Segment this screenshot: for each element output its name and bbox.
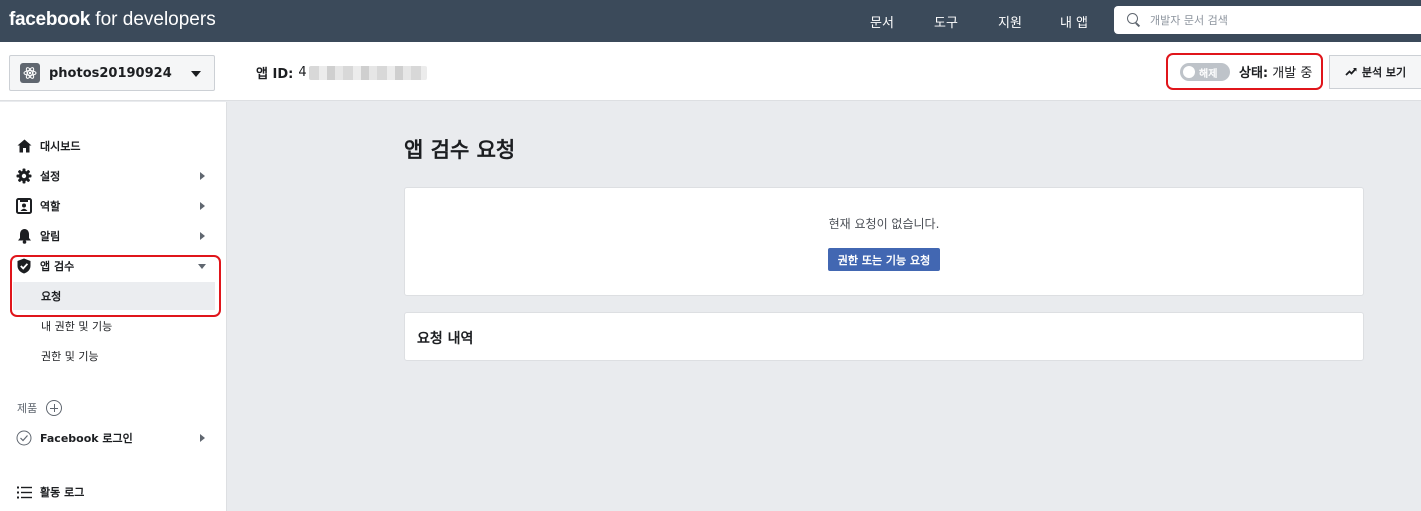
sidebar-item-alerts[interactable]: 알림: [0, 222, 227, 250]
app-id-redacted: [308, 65, 427, 80]
sidebar-item-label: 활동 로그: [40, 486, 85, 499]
chevron-right-icon: [200, 434, 205, 442]
request-history-card: 요청 내역: [404, 312, 1364, 361]
request-history-header: 요청 내역: [417, 331, 474, 347]
page-title: 앱 검수 요청: [404, 138, 516, 162]
gear-icon: [16, 168, 32, 184]
app-id-label: 앱 ID:: [256, 67, 294, 82]
nav-link-support[interactable]: 지원: [978, 12, 1042, 31]
empty-requests-message: 현재 요청이 없습니다.: [828, 217, 940, 231]
app-id-value: 4: [298, 65, 307, 80]
toggle-label: 해제: [1199, 68, 1218, 80]
sidebar-subitem-requests[interactable]: 요청: [13, 282, 215, 310]
sidebar-item-roles[interactable]: 역할: [0, 192, 227, 220]
search-icon: [1126, 12, 1142, 28]
chevron-down-icon: [198, 263, 206, 269]
toggle-knob: [1183, 65, 1195, 78]
request-permissions-button[interactable]: 권한 또는 기능 요청: [828, 248, 940, 271]
add-product-icon[interactable]: [46, 400, 63, 416]
sidebar-item-label: 앱 검수: [40, 260, 75, 273]
products-label: 제품: [17, 402, 38, 415]
sidebar-item-label: 설정: [40, 170, 61, 183]
roles-icon: [16, 198, 32, 214]
app-selector-dropdown[interactable]: photos20190924: [9, 55, 215, 91]
view-analytics-button[interactable]: 분석 보기: [1329, 55, 1421, 89]
top-nav-links: 문서 도구 지원 내 앱: [850, 0, 1106, 42]
search-input[interactable]: [1150, 13, 1410, 27]
facebook-for-developers-logo[interactable]: facebook for developers: [9, 8, 216, 31]
trending-up-icon: [1345, 68, 1357, 76]
chevron-right-icon: [200, 172, 205, 180]
sidebar-item-label: Facebook 로그인: [40, 432, 133, 445]
chevron-down-icon: [191, 71, 201, 77]
requests-card: 현재 요청이 없습니다. 권한 또는 기능 요청: [404, 187, 1364, 296]
atom-icon: [20, 63, 40, 83]
brand-bold-text: facebook: [9, 9, 91, 30]
sidebar-subitem-permissions-features[interactable]: 권한 및 기능: [13, 342, 215, 370]
chevron-right-icon: [200, 202, 205, 210]
sidebar-item-label: 대시보드: [40, 140, 81, 153]
products-section: 제품: [17, 400, 63, 416]
view-analytics-label: 분석 보기: [1361, 66, 1407, 79]
sidebar-subitem-my-permissions[interactable]: 내 권한 및 기능: [13, 312, 215, 340]
search-box[interactable]: [1114, 6, 1421, 34]
nav-link-docs[interactable]: 문서: [850, 12, 914, 31]
live-mode-toggle[interactable]: 해제: [1180, 62, 1230, 81]
shield-check-icon: [16, 258, 32, 274]
app-id: 앱 ID: 4: [256, 63, 427, 82]
app-name: photos20190924: [49, 65, 172, 81]
top-navigation-bar: facebook for developers 문서 도구 지원 내 앱: [0, 0, 1421, 42]
nav-link-tools[interactable]: 도구: [914, 12, 978, 31]
bell-icon: [16, 228, 32, 244]
status-value: 개발 중: [1272, 66, 1313, 81]
status-label: 상태:: [1239, 66, 1269, 81]
chevron-right-icon: [200, 232, 205, 240]
sidebar: 대시보드 설정 역할 알림 앱 검수 요청 내 권한 및 기능 권한 및 기능 …: [0, 102, 227, 511]
sidebar-item-app-review[interactable]: 앱 검수: [0, 252, 227, 280]
sidebar-item-facebook-login[interactable]: Facebook 로그인: [0, 424, 227, 452]
list-icon: [16, 484, 32, 500]
sidebar-item-dashboard[interactable]: 대시보드: [0, 132, 227, 160]
app-header-bar: photos20190924 앱 ID: 4 해제 상태: 개발 중 분석 보기: [0, 42, 1421, 101]
sidebar-item-label: 알림: [40, 230, 61, 243]
app-mode-status-highlight: 해제 상태: 개발 중: [1166, 53, 1323, 90]
sidebar-item-settings[interactable]: 설정: [0, 162, 227, 190]
sidebar-item-label: 역할: [40, 200, 61, 213]
app-status: 상태: 개발 중: [1239, 62, 1312, 81]
home-icon: [16, 138, 32, 154]
brand-rest-text: for developers: [90, 9, 216, 30]
check-circle-icon: [16, 430, 32, 446]
sidebar-item-activity-log[interactable]: 활동 로그: [0, 478, 227, 506]
nav-link-my-apps[interactable]: 내 앱: [1042, 12, 1106, 31]
